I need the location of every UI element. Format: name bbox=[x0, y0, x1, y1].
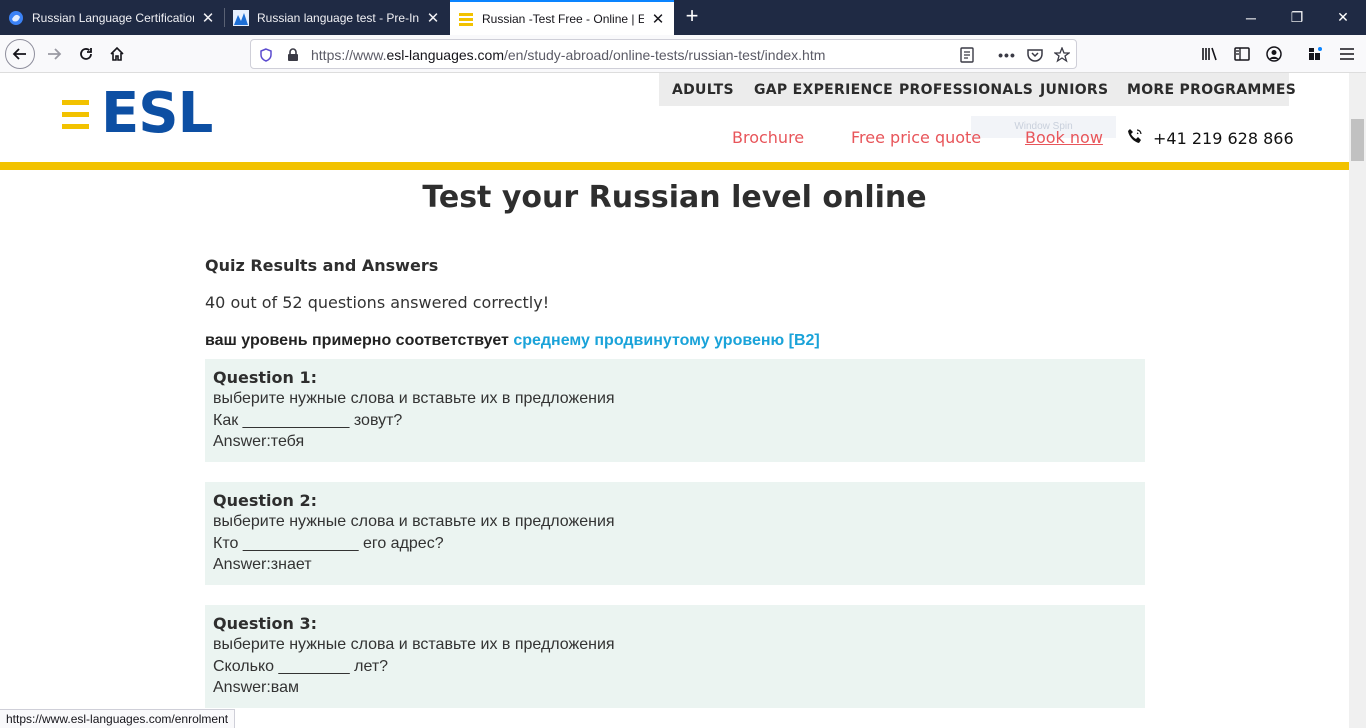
library-icon[interactable] bbox=[1195, 39, 1225, 69]
extensions-icon[interactable] bbox=[1300, 39, 1330, 69]
question-title: Question 3: bbox=[213, 614, 317, 633]
esl-favicon-icon bbox=[458, 11, 474, 27]
hamburger-menu-icon[interactable] bbox=[1332, 39, 1362, 69]
question-answer: Answer:вам bbox=[213, 679, 300, 696]
url-text[interactable]: https://www.esl-languages.com/en/study-a… bbox=[311, 47, 825, 63]
tab-title: Russian Language Certification bbox=[32, 10, 194, 25]
phone-number: +41 219 628 866 bbox=[1153, 128, 1294, 148]
nav-adults[interactable]: ADULTS bbox=[672, 82, 734, 98]
forward-arrow-icon[interactable] bbox=[39, 39, 69, 69]
url-bar[interactable]: https://www.esl-languages.com/en/study-a… bbox=[250, 39, 1077, 69]
question-title: Question 2: bbox=[213, 491, 317, 510]
navigation-toolbar: https://www.esl-languages.com/en/study-a… bbox=[0, 35, 1366, 73]
tab-russian-certification[interactable]: Russian Language Certification ✕ bbox=[0, 0, 224, 35]
tab-russian-test-active[interactable]: Russian -Test Free - Online | ESL ✕ bbox=[450, 0, 674, 35]
site-favicon-icon bbox=[233, 9, 249, 26]
question-instruction: выберите нужные слова и вставьте их в пр… bbox=[213, 636, 615, 653]
nav-gap-experience[interactable]: GAP EXPERIENCE bbox=[754, 82, 893, 98]
close-tab-icon[interactable]: ✕ bbox=[200, 10, 216, 27]
book-now-link[interactable]: Book now bbox=[1025, 128, 1103, 147]
question-instruction: выберите нужные слова и вставьте их в пр… bbox=[213, 513, 615, 530]
restore-icon[interactable]: ❐ bbox=[1274, 0, 1320, 35]
free-price-quote-link[interactable]: Free price quote bbox=[851, 128, 981, 147]
question-answer: Answer:тебя bbox=[213, 433, 305, 450]
web-page: ESL ADULTS GAP EXPERIENCE PROFESSIONALS … bbox=[0, 73, 1349, 709]
esl-logo[interactable]: ESL bbox=[62, 81, 213, 146]
close-tab-icon[interactable]: ✕ bbox=[425, 10, 441, 27]
results-title: Quiz Results and Answers bbox=[205, 256, 439, 275]
question-card: Question 2: выберите нужные слова и вста… bbox=[205, 482, 1145, 585]
page-scrollbar[interactable] bbox=[1349, 73, 1366, 728]
tab-title: Russian -Test Free - Online | ESL bbox=[482, 11, 644, 26]
brochure-link[interactable]: Brochure bbox=[732, 128, 804, 147]
question-card: Question 1: выберите нужные слова и вста… bbox=[205, 359, 1145, 462]
question-answer: Answer:знает bbox=[213, 556, 312, 573]
logo-bars-icon bbox=[62, 99, 89, 129]
sidebar-icon[interactable] bbox=[1227, 39, 1257, 69]
tab-russian-pre-intermediate[interactable]: Russian language test - Pre-Inte ✕ bbox=[225, 0, 449, 35]
phone-icon bbox=[1127, 128, 1143, 148]
account-icon[interactable] bbox=[1259, 39, 1289, 69]
question-sentence: Как ____________ зовут? bbox=[213, 411, 403, 429]
window-close-icon[interactable]: ✕ bbox=[1320, 0, 1366, 35]
level-prefix: ваш уровень примерно соответствует bbox=[205, 332, 509, 349]
question-instruction: выберите нужные слова и вставьте их в пр… bbox=[213, 390, 615, 407]
page-actions-menu-icon[interactable]: ••• bbox=[997, 45, 1017, 65]
yellow-divider bbox=[0, 162, 1349, 170]
new-tab-plus-icon[interactable]: + bbox=[680, 5, 704, 29]
level-result: ваш уровень примерно соответствует средн… bbox=[205, 332, 820, 350]
score-text: 40 out of 52 questions answered correctl… bbox=[205, 293, 550, 312]
reader-view-icon[interactable] bbox=[957, 45, 977, 65]
question-sentence: Сколько ________ лет? bbox=[213, 657, 389, 675]
bookmark-star-icon[interactable] bbox=[1052, 45, 1072, 65]
question-card: Question 3: выберите нужные слова и вста… bbox=[205, 605, 1145, 708]
back-arrow-icon[interactable] bbox=[5, 39, 35, 69]
home-icon[interactable] bbox=[102, 39, 132, 69]
nav-juniors[interactable]: JUNIORS bbox=[1040, 82, 1108, 98]
firefox-favicon-icon bbox=[8, 10, 24, 26]
reload-icon[interactable] bbox=[71, 39, 101, 69]
nav-professionals[interactable]: PROFESSIONALS bbox=[899, 82, 1033, 98]
close-tab-icon[interactable]: ✕ bbox=[650, 11, 666, 28]
level-value: среднему продвинутому уровеню [B2] bbox=[513, 332, 820, 349]
lock-icon[interactable] bbox=[283, 45, 303, 65]
pocket-icon[interactable] bbox=[1025, 45, 1045, 65]
tab-strip: Russian Language Certification ✕ Russian… bbox=[0, 0, 1366, 35]
page-title: Test your Russian level online bbox=[422, 180, 927, 215]
question-title: Question 1: bbox=[213, 368, 317, 387]
tab-title: Russian language test - Pre-Inte bbox=[257, 10, 419, 25]
scrollbar-thumb[interactable] bbox=[1351, 119, 1364, 161]
logo-text: ESL bbox=[101, 81, 213, 146]
tracking-shield-icon[interactable] bbox=[256, 45, 276, 65]
question-sentence: Кто _____________ его адрес? bbox=[213, 534, 444, 552]
top-navigation: ADULTS GAP EXPERIENCE PROFESSIONALS JUNI… bbox=[659, 73, 1296, 106]
nav-more-programmes[interactable]: MORE PROGRAMMES bbox=[1127, 82, 1296, 98]
phone-contact[interactable]: +41 219 628 866 bbox=[1127, 128, 1294, 148]
minimize-icon[interactable]: ─ bbox=[1228, 0, 1274, 35]
status-bar-url: https://www.esl-languages.com/enrolment bbox=[0, 709, 236, 728]
